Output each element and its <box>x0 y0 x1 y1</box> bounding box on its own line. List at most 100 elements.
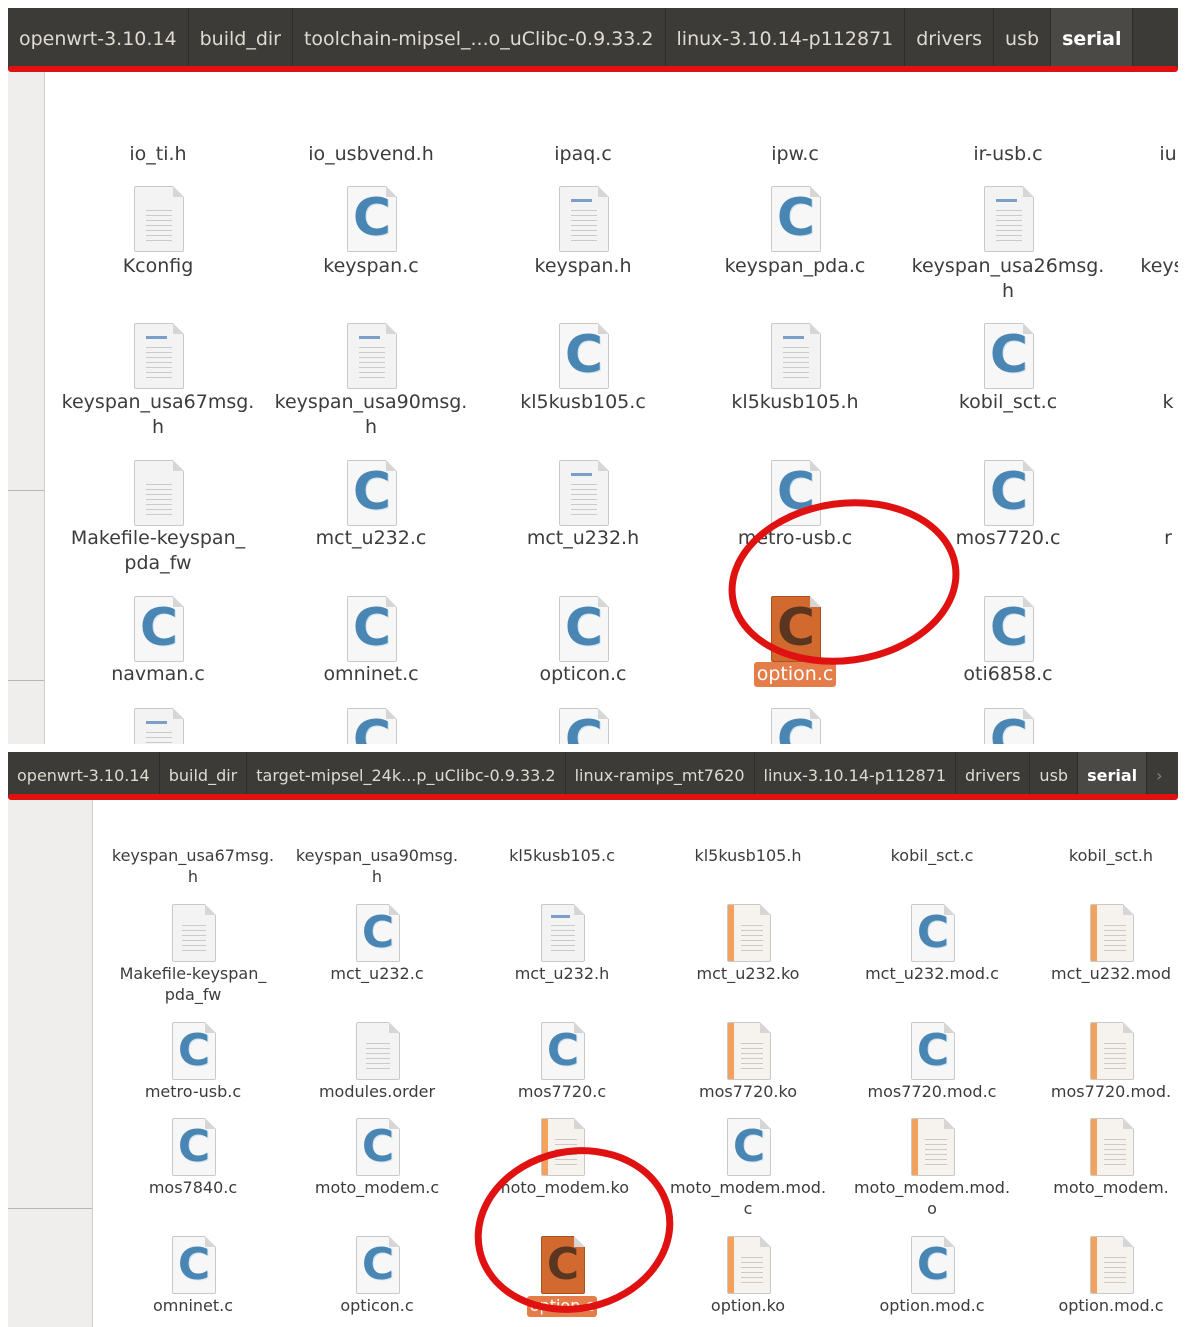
file-item[interactable]: r <box>1068 526 1178 551</box>
file-item-selected[interactable]: option.c <box>695 662 895 687</box>
file-item[interactable]: keyspan_usa90msg. h <box>271 390 471 439</box>
breadcrumb-current[interactable]: serial <box>1078 752 1148 798</box>
file-item[interactable]: mct_u232.c <box>271 526 471 551</box>
file-item[interactable]: keyspan_usa67msg. h <box>58 390 258 439</box>
sidebar[interactable] <box>8 70 45 744</box>
file-item[interactable]: keysp <box>1068 254 1178 279</box>
object-file-icon <box>727 904 771 962</box>
file-name-label: kobil_sct.h <box>1068 846 1154 865</box>
file-item[interactable]: moto_modem.mod. o <box>832 1178 1032 1220</box>
breadcrumb-segment[interactable]: usb <box>994 8 1052 70</box>
file-item[interactable]: option.mod.c <box>832 1296 1032 1317</box>
file-item[interactable]: Makefile-keyspan_ pda_fw <box>93 964 293 1006</box>
breadcrumb-segment[interactable]: openwrt-3.10.14 <box>8 8 189 70</box>
breadcrumb-scroll-right-icon[interactable]: › <box>1147 752 1171 798</box>
file-name-label: option.mod.c <box>1058 1296 1164 1315</box>
breadcrumb-segment[interactable]: build_dir <box>160 752 248 798</box>
file-item[interactable]: mos7840.c <box>93 1178 293 1199</box>
file-item[interactable]: kobil_sct.h <box>1011 846 1178 867</box>
object-file-icon <box>727 1022 771 1080</box>
file-name-label: mos7720.c <box>517 1082 607 1101</box>
file-item[interactable]: keyspan_usa90msg. h <box>277 846 477 888</box>
c-source-file-icon: C <box>771 596 821 662</box>
file-item[interactable]: oti6858.c <box>908 662 1108 687</box>
sidebar[interactable] <box>8 798 93 1327</box>
breadcrumb-segment[interactable]: drivers <box>956 752 1031 798</box>
file-item[interactable]: navman.c <box>58 662 258 687</box>
breadcrumb-segment[interactable]: usb <box>1030 752 1079 798</box>
c-source-file-icon: C <box>356 1236 400 1294</box>
file-item[interactable]: Makefile-keyspan_ pda_fw <box>58 526 258 575</box>
file-item[interactable]: kl5kusb105.h <box>648 846 848 867</box>
breadcrumb-segment[interactable]: toolchain-mipsel_...o_uClibc-0.9.33.2 <box>293 8 666 70</box>
c-source-file-icon: C <box>559 596 609 662</box>
file-name-label: mct_u232.c <box>330 964 424 983</box>
file-item[interactable]: io_usbvend.h <box>271 142 471 167</box>
file-item[interactable]: opticon.c <box>483 662 683 687</box>
file-name-label: option.c <box>753 662 837 687</box>
breadcrumb-segment[interactable]: build_dir <box>189 8 293 70</box>
file-name-label: option.c <box>526 1296 598 1317</box>
header-file-icon <box>559 186 609 252</box>
file-item[interactable]: metro-usb.c <box>695 526 895 551</box>
breadcrumb-segment[interactable]: target-mipsel_24k...p_uClibc-0.9.33.2 <box>247 752 566 798</box>
file-item[interactable]: mct_u232.ko <box>648 964 848 985</box>
breadcrumb-segment[interactable]: linux-ramips_mt7620 <box>566 752 755 798</box>
c-source-file-icon: C <box>984 596 1034 662</box>
file-item[interactable]: moto_modem.c <box>277 1178 477 1199</box>
file-item[interactable]: modules.order <box>277 1082 477 1103</box>
file-item[interactable]: mos7720.mod.c <box>832 1082 1032 1103</box>
file-item[interactable]: mct_u232.mod <box>1011 964 1178 985</box>
breadcrumb-segment[interactable]: linux-3.10.14-p112871 <box>666 8 906 70</box>
breadcrumb-segment[interactable]: drivers <box>905 8 995 70</box>
breadcrumb-segment[interactable]: linux-3.10.14-p112871 <box>755 752 957 798</box>
path-bar: openwrt-3.10.14 build_dir toolchain-mipsel… <box>8 8 1178 70</box>
file-item[interactable]: opticon.c <box>277 1296 477 1317</box>
breadcrumb-segment[interactable]: openwrt-3.10.14 <box>8 752 160 798</box>
file-name-label: kobil_sct.c <box>890 846 974 865</box>
file-item[interactable]: kobil_sct.c <box>832 846 1032 867</box>
file-item[interactable]: iu <box>1068 142 1178 167</box>
file-item[interactable]: omninet.c <box>93 1296 293 1317</box>
file-item[interactable]: mct_u232.c <box>277 964 477 985</box>
file-item[interactable]: option.ko <box>648 1296 848 1317</box>
file-name-label: ipw.c <box>771 143 819 165</box>
file-item-selected[interactable]: option.c <box>462 1296 662 1317</box>
file-item[interactable]: mos7720.ko <box>648 1082 848 1103</box>
c-source-file-icon: C <box>984 323 1034 389</box>
file-item[interactable]: mct_u232.mod.c <box>832 964 1032 985</box>
c-source-file-icon: C <box>771 460 821 526</box>
file-item[interactable]: kl5kusb105.c <box>483 390 683 415</box>
file-item[interactable]: kl5kusb105.c <box>462 846 662 867</box>
header-file-icon <box>771 323 821 389</box>
breadcrumb-current[interactable]: serial <box>1051 8 1134 70</box>
file-name-label-continued: h <box>151 415 165 438</box>
c-source-file-icon: C <box>559 708 609 744</box>
file-item[interactable]: io_ti.h <box>58 142 258 167</box>
file-item[interactable]: keyspan.h <box>483 254 683 279</box>
file-name-label: moto_modem. <box>1053 1178 1169 1197</box>
file-item[interactable]: Kconfig <box>58 254 258 279</box>
file-item[interactable]: ipaq.c <box>483 142 683 167</box>
file-item[interactable]: keyspan_usa67msg. h <box>93 846 293 888</box>
file-name-label: moto_modem.mod. <box>669 1178 827 1197</box>
file-item[interactable]: omninet.c <box>271 662 471 687</box>
file-name-label: metro-usb.c <box>737 527 853 549</box>
file-item[interactable]: moto_modem.mod. c <box>648 1178 848 1220</box>
file-item[interactable]: metro-usb.c <box>93 1082 293 1103</box>
file-item[interactable]: moto_modem. <box>1011 1178 1178 1199</box>
file-item[interactable]: moto_modem.ko <box>462 1178 662 1199</box>
file-item[interactable]: keyspan_pda.c <box>695 254 895 279</box>
file-item[interactable]: keyspan.c <box>271 254 471 279</box>
file-item[interactable]: mct_u232.h <box>483 526 683 551</box>
c-source-file-icon: C <box>984 708 1034 744</box>
file-item[interactable]: kl5kusb105.h <box>695 390 895 415</box>
file-item[interactable]: mct_u232.h <box>462 964 662 985</box>
file-item[interactable]: mos7720.c <box>462 1082 662 1103</box>
file-item[interactable]: k <box>1068 390 1178 415</box>
file-item[interactable]: mos7720.mod. <box>1011 1082 1178 1103</box>
c-letter-glyph: C <box>989 598 1029 658</box>
file-item[interactable]: ipw.c <box>695 142 895 167</box>
object-file-icon <box>1090 1118 1134 1176</box>
file-item[interactable]: option.mod.c <box>1011 1296 1178 1317</box>
